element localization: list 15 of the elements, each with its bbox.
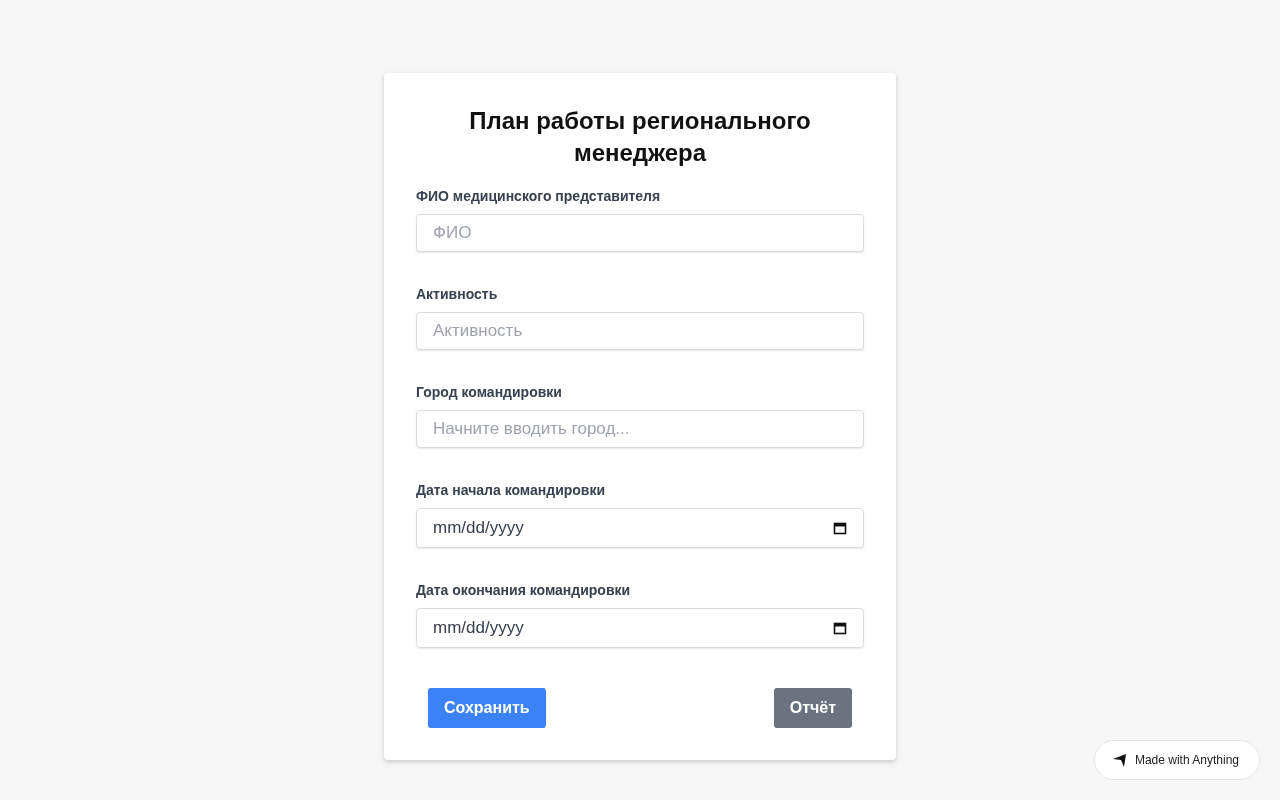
input-field[interactable]: ФИО (416, 214, 864, 252)
input-field[interactable]: Начните вводить город... (416, 410, 864, 448)
field-label: Дата окончания командировки (416, 581, 631, 600)
field-label: Город командировки (416, 383, 562, 402)
field-label: Дата начала командировки (416, 481, 606, 500)
form-title: План работы регионального менеджера (468, 106, 812, 168)
made-with-badge[interactable]: Made with Anything (1093, 740, 1260, 780)
input-field[interactable]: Активность (416, 312, 864, 350)
field-label: ФИО медицинского представителя (416, 187, 661, 206)
report-button[interactable]: Отчёт (773, 688, 852, 728)
badge-text: Made with Anything (1134, 753, 1239, 767)
date-field[interactable]: mm/dd/yyyy (416, 608, 864, 648)
field-label: Активность (416, 285, 498, 304)
save-button[interactable]: Сохранить (428, 688, 546, 728)
date-field[interactable]: mm/dd/yyyy (416, 508, 864, 548)
